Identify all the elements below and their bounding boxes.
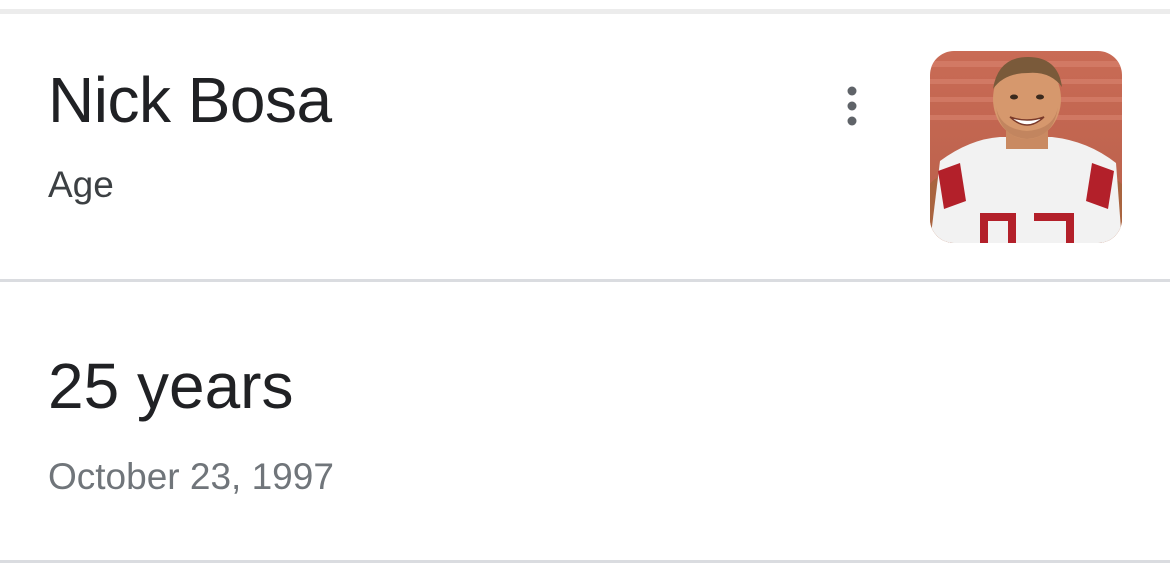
more-vert-icon	[847, 86, 857, 126]
bottom-divider	[0, 560, 1170, 563]
answer-value: 25 years	[48, 350, 294, 422]
birth-date: October 23, 1997	[48, 456, 334, 497]
entity-attribute-label: Age	[48, 164, 114, 205]
entity-title[interactable]: Nick Bosa	[48, 66, 332, 134]
player-photo-image	[930, 51, 1122, 243]
answer-section: 25 years October 23, 1997	[0, 282, 1170, 560]
more-options-button[interactable]	[826, 80, 878, 132]
entity-header: Nick Bosa Age	[0, 14, 1170, 279]
player-photo[interactable]	[930, 51, 1122, 243]
